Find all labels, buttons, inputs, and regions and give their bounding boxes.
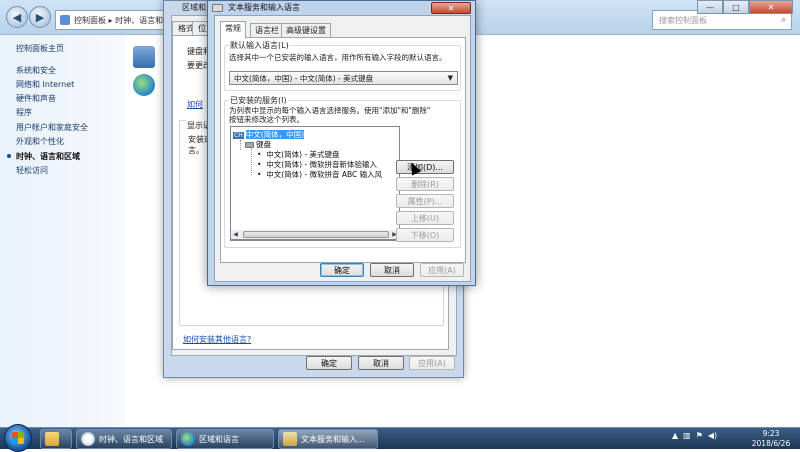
taskbar-label: 时钟、语言和区域 [99,434,163,444]
folder-icon [45,432,59,446]
network-icon[interactable]: ▥ [683,431,691,440]
tree-horizontal-scrollbar[interactable]: ◀ ▶ [230,230,400,240]
install-text-2: 言。 [188,146,204,155]
chevron-down-icon: ▼ [447,74,453,82]
sidebar-item-programs[interactable]: 程序 [16,107,32,118]
start-button[interactable] [4,424,32,452]
taskbar-label: 区域和语言 [199,434,239,444]
tree-root-label: 中文(简体，中国) [245,130,305,139]
sidebar-item-hardware[interactable]: 硬件和声音 [16,93,56,104]
clock-time: 9:23 [762,429,780,438]
volume-icon[interactable]: ◀) [708,431,717,440]
search-icon: ⌕ [781,15,786,24]
globe-icon [133,74,155,96]
scroll-left-icon[interactable]: ◀ [231,230,240,239]
sidebar-item-home[interactable]: 控制面板主页 [16,43,64,54]
region-apply-button[interactable]: 应用(A) [409,356,455,370]
sidebar-item-network[interactable]: 网络和 Internet [16,79,74,90]
taskbar-clock-language[interactable]: 时钟、语言和区域 [76,429,172,449]
minimize-button[interactable]: — [697,0,723,14]
show-hidden-icons-icon[interactable]: ▲ [672,431,678,440]
taskbar-region-language[interactable]: 区域和语言 [176,429,274,449]
clock-date: 2018/6/26 [751,439,791,448]
add-button[interactable]: 添加(D)... [396,160,454,174]
scrollbar-thumb[interactable] [243,231,389,238]
tree-connector [251,149,252,175]
tab-language-bar[interactable]: 语言栏 [250,23,284,37]
category-icons [133,46,155,102]
default-language-label: 默认输入语言(L) [229,40,290,51]
taskbar-label: 文本服务和输入... [301,434,365,444]
text-services-close-button[interactable]: ✕ [431,2,471,14]
installed-services-tree[interactable]: CH 中文(简体，中国) 键盘 • 中文(简体) - 美式键盘 • 中文(简体) … [230,126,400,241]
region-cancel-button[interactable]: 取消 [358,356,404,370]
sidebar-item-appearance[interactable]: 外观和个性化 [16,136,64,147]
keyboard-icon [212,4,223,12]
sidebar-item-clock-language[interactable]: 时钟、语言和区域 [7,151,80,162]
bullet-icon: • [257,160,267,169]
install-languages-link[interactable]: 如何安装其他语言? [183,334,251,345]
sidebar-item-accounts[interactable]: 用户帐户和家庭安全 [16,122,88,133]
move-up-button[interactable]: 上移(U) [396,211,454,225]
control-panel-icon [60,15,70,25]
clock-icon [81,432,95,446]
change-keyboard-link[interactable]: 如何 [187,99,203,110]
system-tray: ▲ ▥ ⚑ ◀) [672,431,717,440]
installed-services-desc-2: 按钮来修改这个列表。 [229,115,304,124]
tab-advanced-key-settings[interactable]: 高级键设置 [281,23,331,37]
region-icon [133,46,155,68]
flag-icon[interactable]: ⚑ [696,431,703,440]
tree-item-label: 中文(简体) - 美式键盘 [266,150,340,159]
clock[interactable]: 9:23 2018/6/26 [748,429,794,449]
text-services-title-text: 文本服务和输入语言 [228,3,300,12]
taskbar-explorer[interactable] [40,429,72,449]
default-language-value: 中文(简体，中国) - 中文(简体) - 美式键盘 [234,73,374,83]
windows-logo-icon [12,432,24,444]
properties-button[interactable]: 属性(P)... [396,194,454,208]
bullet-icon: • [257,150,267,159]
taskbar: 时钟、语言和区域 区域和语言 文本服务和输入... ▲ ▥ ⚑ ◀) 9:23 … [0,424,800,452]
globe-icon [181,432,195,446]
region-ok-button[interactable]: 确定 [306,356,352,370]
sidebar-item-security[interactable]: 系统和安全 [16,65,56,76]
bullet-icon: • [257,170,267,179]
maximize-button[interactable]: □ [723,0,749,14]
ts-apply-button[interactable]: 应用(A) [420,263,464,277]
tree-connector [240,140,241,150]
tree-item-label: 中文(简体) - 微软拼音 ABC 输入风 [266,170,383,179]
remove-button[interactable]: 删除(R) [396,177,454,191]
forward-icon[interactable]: ▶ [29,6,51,28]
keyboard-icon [245,142,254,148]
ts-ok-button[interactable]: 确定 [320,263,364,277]
close-button[interactable]: ✕ [749,0,793,14]
tree-keyboard-label: 键盘 [256,140,271,149]
default-language-desc: 选择其中一个已安装的输入语言，用作所有输入字段的默认语言。 [229,53,447,62]
taskbar-text-services[interactable]: 文本服务和输入... [278,429,378,449]
tree-item[interactable]: • 中文(简体) - 微软拼音 ABC 输入风 [257,169,382,180]
back-icon[interactable]: ◀ [6,6,28,28]
region-title-text: 区域和 [182,3,206,12]
tab-general[interactable]: 常规 [220,21,246,38]
ts-cancel-button[interactable]: 取消 [370,263,414,277]
tree-item-label: 中文(简体) - 微软拼音新体验输入 [266,160,378,169]
keyboard-icon [283,432,297,446]
sidebar-item-ease-of-access[interactable]: 轻松访问 [16,165,48,176]
search-placeholder: 搜索控制面板 [659,15,707,25]
default-language-select[interactable]: 中文(简体，中国) - 中文(简体) - 美式键盘 ▼ [229,71,458,85]
move-down-button[interactable]: 下移(O) [396,228,454,242]
language-badge: CH [233,132,244,139]
